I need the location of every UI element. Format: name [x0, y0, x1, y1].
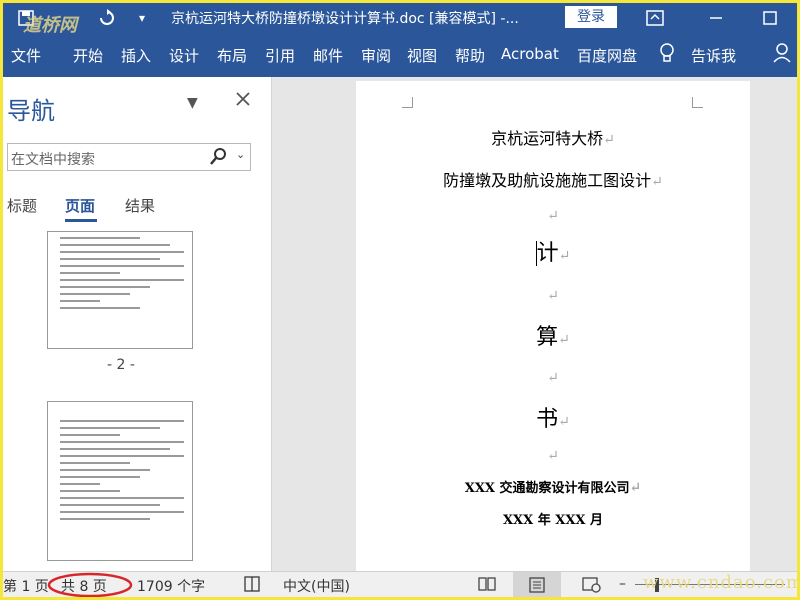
ribbon-tabs: 文件 开始 插入 设计 布局 引用 邮件 审阅 视图 帮助 Acrobat 百度… [3, 33, 797, 77]
nav-pane-title: 导航 [7, 97, 55, 125]
tab-view[interactable]: 视图 [407, 45, 437, 66]
tab-review[interactable]: 审阅 [361, 45, 391, 66]
customize-qat-icon[interactable]: ▾ [135, 7, 149, 29]
word-window: ▾ 京杭运河特大桥防撞桥墩设计计算书.doc [兼容模式] -... 登录 文件… [0, 0, 800, 600]
doc-heading-char-3: 书↵ [536, 407, 570, 432]
navigation-pane: 导航 ▼ 在文档中搜索 ⌄ 标题 页面 结果 - 2 - [3, 77, 272, 571]
doc-heading-char-2: 算↵ [536, 325, 570, 350]
tab-mailings[interactable]: 邮件 [313, 45, 343, 66]
minimize-icon[interactable] [705, 7, 727, 29]
tab-design[interactable]: 设计 [169, 45, 199, 66]
paragraph-mark: ↵ [547, 370, 559, 386]
doc-line-bridge-name: 京杭运河特大桥↵ [491, 129, 615, 148]
title-bar: ▾ 京杭运河特大桥防撞桥墩设计计算书.doc [兼容模式] -... 登录 [3, 3, 797, 33]
undo-icon[interactable] [95, 7, 119, 29]
thumbnail-page-number: - 2 - [107, 357, 135, 373]
chevron-down-icon[interactable]: ⌄ [236, 148, 245, 161]
print-layout-button[interactable] [513, 572, 561, 597]
read-mode-icon[interactable] [477, 575, 497, 597]
doc-line-project: 防撞墩及助航设施施工图设计↵ [443, 171, 663, 190]
paragraph-mark: ↵ [547, 288, 559, 304]
tab-baidu-netdisk[interactable]: 百度网盘 [577, 45, 637, 66]
page-thumbnail[interactable] [47, 401, 193, 561]
tab-file[interactable]: 文件 [11, 45, 41, 66]
document-area: 京杭运河特大桥↵ 防撞墩及助航设施施工图设计↵ ↵ 计↵ ↵ 算↵ ↵ 书↵ ↵… [272, 77, 797, 571]
watermark-logo: 道桥网 [23, 15, 77, 36]
tab-references[interactable]: 引用 [265, 45, 295, 66]
word-count[interactable]: 1709 个字 [137, 576, 205, 596]
search-input[interactable]: 在文档中搜索 [11, 149, 95, 169]
language-indicator[interactable]: 中文(中国) [283, 576, 350, 596]
tab-headings[interactable]: 标题 [7, 195, 37, 216]
tab-acrobat[interactable]: Acrobat [501, 45, 559, 63]
tab-layout[interactable]: 布局 [217, 45, 247, 66]
document-title: 京杭运河特大桥防撞桥墩设计计算书.doc [兼容模式] -... [171, 11, 519, 27]
tab-home[interactable]: 开始 [73, 45, 103, 66]
paragraph-mark: ↵ [547, 448, 559, 464]
share-person-icon[interactable] [773, 43, 795, 67]
doc-heading-char-1: 计↵ [535, 241, 571, 266]
web-layout-icon[interactable] [581, 575, 601, 597]
paragraph-mark: ↵ [547, 208, 559, 224]
nav-search-box[interactable]: 在文档中搜索 ⌄ [7, 143, 251, 171]
login-button[interactable]: 登录 [565, 6, 617, 28]
active-tab-indicator [65, 219, 97, 222]
highlight-circle [47, 572, 133, 597]
margin-mark [402, 97, 413, 108]
ribbon-display-options-icon[interactable] [643, 7, 667, 29]
doc-company: XXX 交通勘察设计有限公司↵ [464, 480, 642, 496]
maximize-icon[interactable] [759, 7, 781, 29]
tab-results[interactable]: 结果 [125, 195, 155, 216]
tab-pages[interactable]: 页面 [65, 195, 95, 216]
watermark-url: www.cndao.com [643, 572, 800, 593]
close-icon[interactable] [235, 91, 251, 111]
document-page[interactable]: 京杭运河特大桥↵ 防撞墩及助航设施施工图设计↵ ↵ 计↵ ↵ 算↵ ↵ 书↵ ↵… [356, 81, 750, 571]
page-thumbnail[interactable] [47, 231, 193, 349]
print-layout-icon [527, 576, 547, 597]
margin-mark [692, 97, 703, 108]
doc-date: XXX 年 XXX 月 [502, 513, 604, 528]
proofing-icon[interactable] [243, 575, 261, 597]
search-icon[interactable] [210, 148, 226, 170]
tell-me-box[interactable]: 告诉我 [691, 45, 736, 66]
tab-insert[interactable]: 插入 [121, 45, 151, 66]
pane-options-icon[interactable]: ▼ [187, 95, 198, 111]
tab-help[interactable]: 帮助 [455, 45, 485, 66]
page-indicator[interactable]: 第 1 页 [3, 576, 49, 596]
lightbulb-icon[interactable] [659, 43, 675, 67]
zoom-out-button[interactable]: – [619, 576, 626, 592]
